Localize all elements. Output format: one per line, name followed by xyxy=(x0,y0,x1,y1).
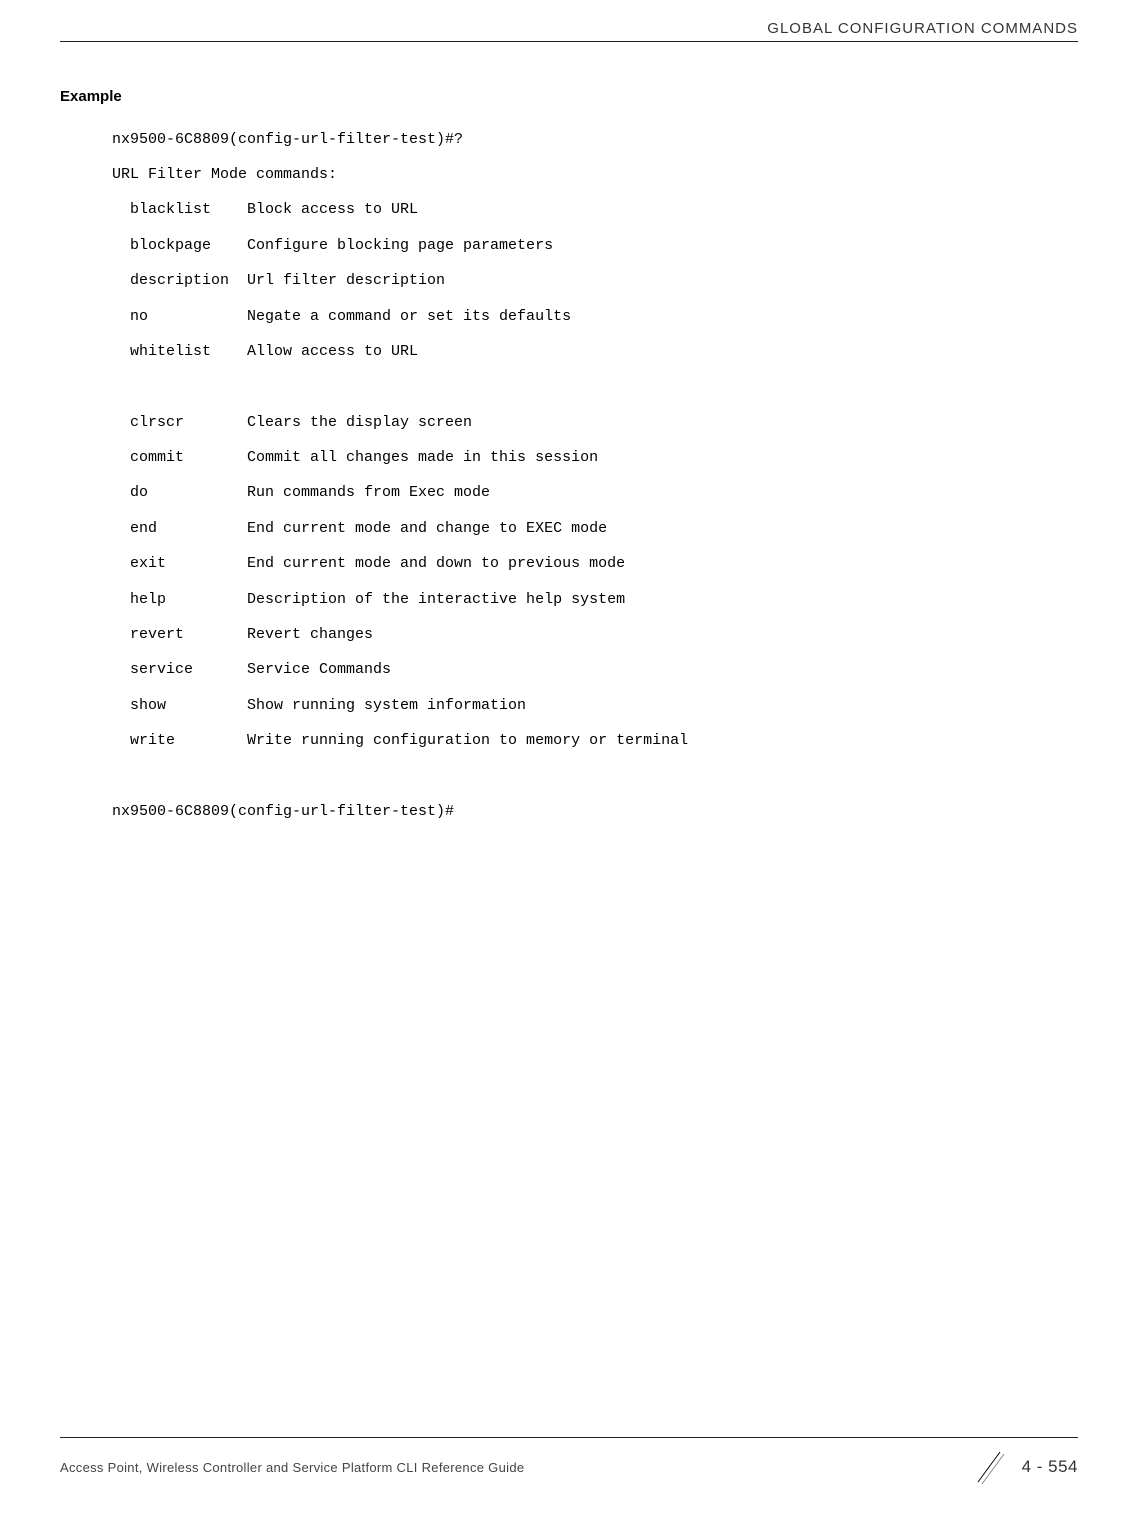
cli-prompt-line: nx9500-6C8809(config-url-filter-test)# xyxy=(112,803,1078,821)
cli-description: Show running system information xyxy=(247,697,1078,715)
cli-command-row: descriptionUrl filter description xyxy=(112,272,1078,290)
footer-right: 4 - 554 xyxy=(968,1446,1078,1488)
cli-mode-line: URL Filter Mode commands: xyxy=(112,166,1078,184)
cli-description: Url filter description xyxy=(247,272,1078,290)
cli-description: Negate a command or set its defaults xyxy=(247,308,1078,326)
cli-description: End current mode and down to previous mo… xyxy=(247,555,1078,573)
footer-row: Access Point, Wireless Controller and Se… xyxy=(60,1446,1078,1488)
cli-description: Clears the display screen xyxy=(247,414,1078,432)
cli-command-row: whitelistAllow access to URL xyxy=(112,343,1078,361)
cli-blank-line xyxy=(112,378,1078,396)
cli-command-row: endEnd current mode and change to EXEC m… xyxy=(112,520,1078,538)
cli-command-row: clrscrClears the display screen xyxy=(112,414,1078,432)
cli-description: Revert changes xyxy=(247,626,1078,644)
cli-description: Commit all changes made in this session xyxy=(247,449,1078,467)
cli-description: Service Commands xyxy=(247,661,1078,679)
cli-prompt-line: nx9500-6C8809(config-url-filter-test)#? xyxy=(112,131,1078,149)
cli-command: help xyxy=(130,591,247,609)
cli-command: do xyxy=(130,484,247,502)
footer-rule xyxy=(60,1437,1078,1438)
cli-command-row: serviceService Commands xyxy=(112,661,1078,679)
cli-description: Allow access to URL xyxy=(247,343,1078,361)
cli-command: service xyxy=(130,661,247,679)
cli-command: show xyxy=(130,697,247,715)
cli-command-row: writeWrite running configuration to memo… xyxy=(112,732,1078,750)
cli-command-row: doRun commands from Exec mode xyxy=(112,484,1078,502)
cli-command-row: commitCommit all changes made in this se… xyxy=(112,449,1078,467)
cli-description: Description of the interactive help syst… xyxy=(247,591,1078,609)
page-footer: Access Point, Wireless Controller and Se… xyxy=(0,1437,1126,1488)
cli-command-row: showShow running system information xyxy=(112,697,1078,715)
cli-command: end xyxy=(130,520,247,538)
cli-command: revert xyxy=(130,626,247,644)
cli-command: no xyxy=(130,308,247,326)
cli-description: Write running configuration to memory or… xyxy=(247,732,1078,750)
cli-command-row: helpDescription of the interactive help … xyxy=(112,591,1078,609)
cli-command-row: revertRevert changes xyxy=(112,626,1078,644)
cli-command: exit xyxy=(130,555,247,573)
cli-command: clrscr xyxy=(130,414,247,432)
page-header-title: GLOBAL CONFIGURATION COMMANDS xyxy=(60,20,1078,41)
cli-description: Run commands from Exec mode xyxy=(247,484,1078,502)
cli-blank-line xyxy=(112,767,1078,785)
cli-command: commit xyxy=(130,449,247,467)
header-rule xyxy=(60,41,1078,42)
cli-command-row: blockpageConfigure blocking page paramet… xyxy=(112,237,1078,255)
example-heading: Example xyxy=(60,88,1078,105)
page: GLOBAL CONFIGURATION COMMANDS Example nx… xyxy=(0,0,1126,1516)
code-block: nx9500-6C8809(config-url-filter-test)#? … xyxy=(112,113,1078,856)
cli-command: blockpage xyxy=(130,237,247,255)
cli-command: blacklist xyxy=(130,201,247,219)
cli-description: End current mode and change to EXEC mode xyxy=(247,520,1078,538)
cli-description: Configure blocking page parameters xyxy=(247,237,1078,255)
cli-command: whitelist xyxy=(130,343,247,361)
cli-description: Block access to URL xyxy=(247,201,1078,219)
cli-command: write xyxy=(130,732,247,750)
slash-icon xyxy=(968,1446,1010,1488)
cli-command-row: exitEnd current mode and down to previou… xyxy=(112,555,1078,573)
cli-command-row: noNegate a command or set its defaults xyxy=(112,308,1078,326)
page-number: 4 - 554 xyxy=(1022,1457,1078,1477)
footer-guide-title: Access Point, Wireless Controller and Se… xyxy=(60,1460,524,1475)
cli-command-row: blacklistBlock access to URL xyxy=(112,201,1078,219)
cli-command: description xyxy=(130,272,247,290)
